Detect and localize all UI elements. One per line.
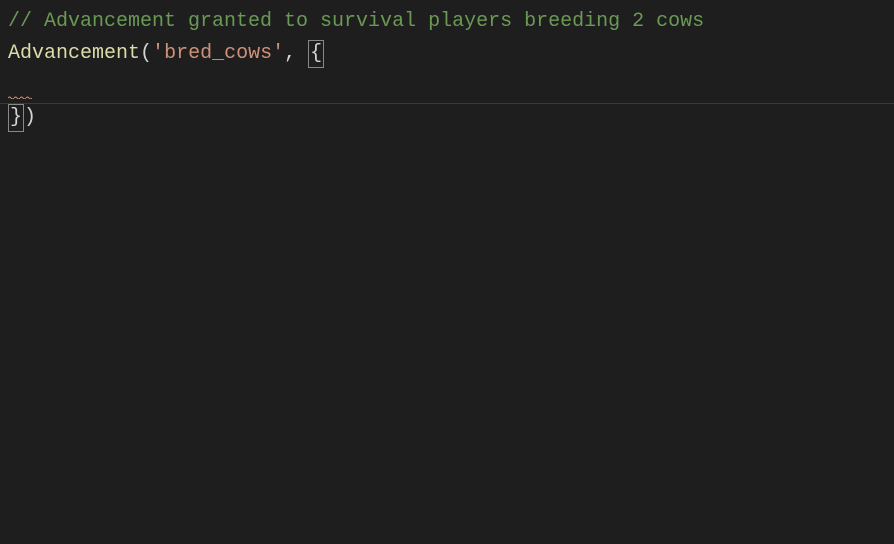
code-line-comment[interactable]: // Advancement granted to survival playe…: [8, 6, 886, 38]
comment-text: // Advancement granted to survival playe…: [8, 10, 704, 33]
function-name: Advancement: [8, 42, 140, 65]
close-brace: }: [8, 104, 24, 132]
code-line-close[interactable]: }): [8, 102, 886, 134]
comma: ,: [284, 42, 308, 65]
open-paren: (: [140, 42, 152, 65]
code-line-empty[interactable]: [8, 70, 886, 102]
close-paren: ): [24, 106, 36, 129]
code-line-call[interactable]: Advancement('bred_cows', {: [8, 38, 886, 70]
string-quote-close: ': [272, 42, 284, 65]
string-quote-open: ': [152, 42, 164, 65]
string-literal: bred_cows: [164, 42, 272, 65]
error-squiggle: [8, 96, 32, 100]
open-brace: {: [308, 40, 324, 68]
